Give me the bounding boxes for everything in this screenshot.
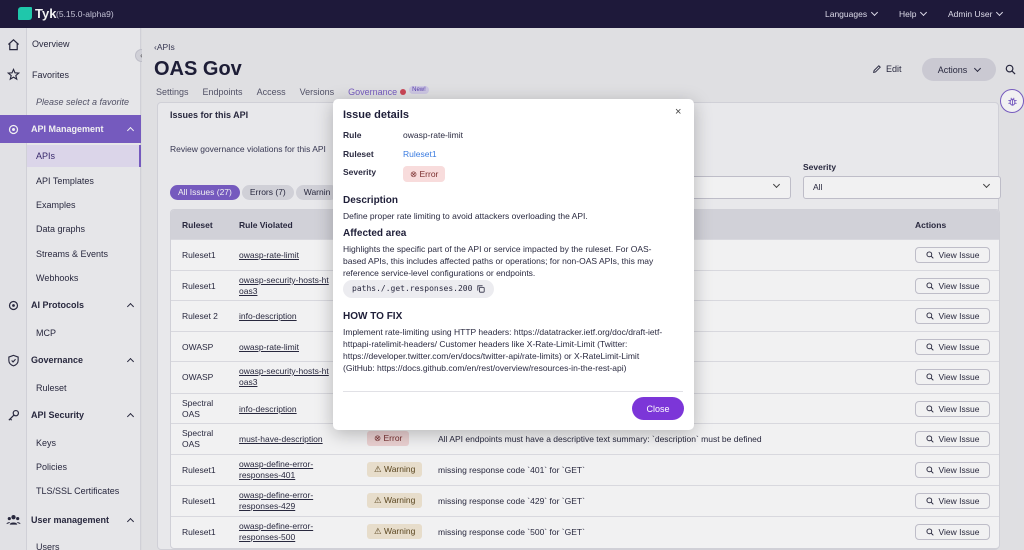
description-heading: Description [343,195,399,206]
error-icon: ⊗ [410,169,418,179]
ruleset-label: Ruleset [343,149,374,159]
severity-value: Error [419,169,439,179]
affected-area-text: Highlights the specific part of the API … [343,244,654,278]
ruleset-link[interactable]: Ruleset1 [403,149,437,159]
rule-label: Rule [343,130,362,140]
copy-icon[interactable] [477,285,486,293]
affected-path[interactable]: paths./.get.responses.200 [343,280,495,298]
issue-details-modal: Issue details × Rule owasp-rate-limit Ru… [333,99,694,430]
how-to-fix-heading: HOW TO FIX [343,311,403,322]
description-text: Define proper rate limiting to avoid att… [343,211,588,221]
modal-divider [343,391,683,392]
severity-badge: ⊗ Error [403,166,446,182]
affected-path-value: paths./.get.responses.200 [352,284,473,293]
how-to-fix-text: Implement rate-limiting using HTTP heade… [343,327,663,373]
affected-area-heading: Affected area [343,228,407,239]
close-button[interactable]: Close [632,397,684,420]
rule-value: owasp-rate-limit [403,130,463,140]
modal-title: Issue details [343,109,410,121]
severity-label: Severity [343,167,377,177]
close-icon[interactable]: × [675,106,681,118]
